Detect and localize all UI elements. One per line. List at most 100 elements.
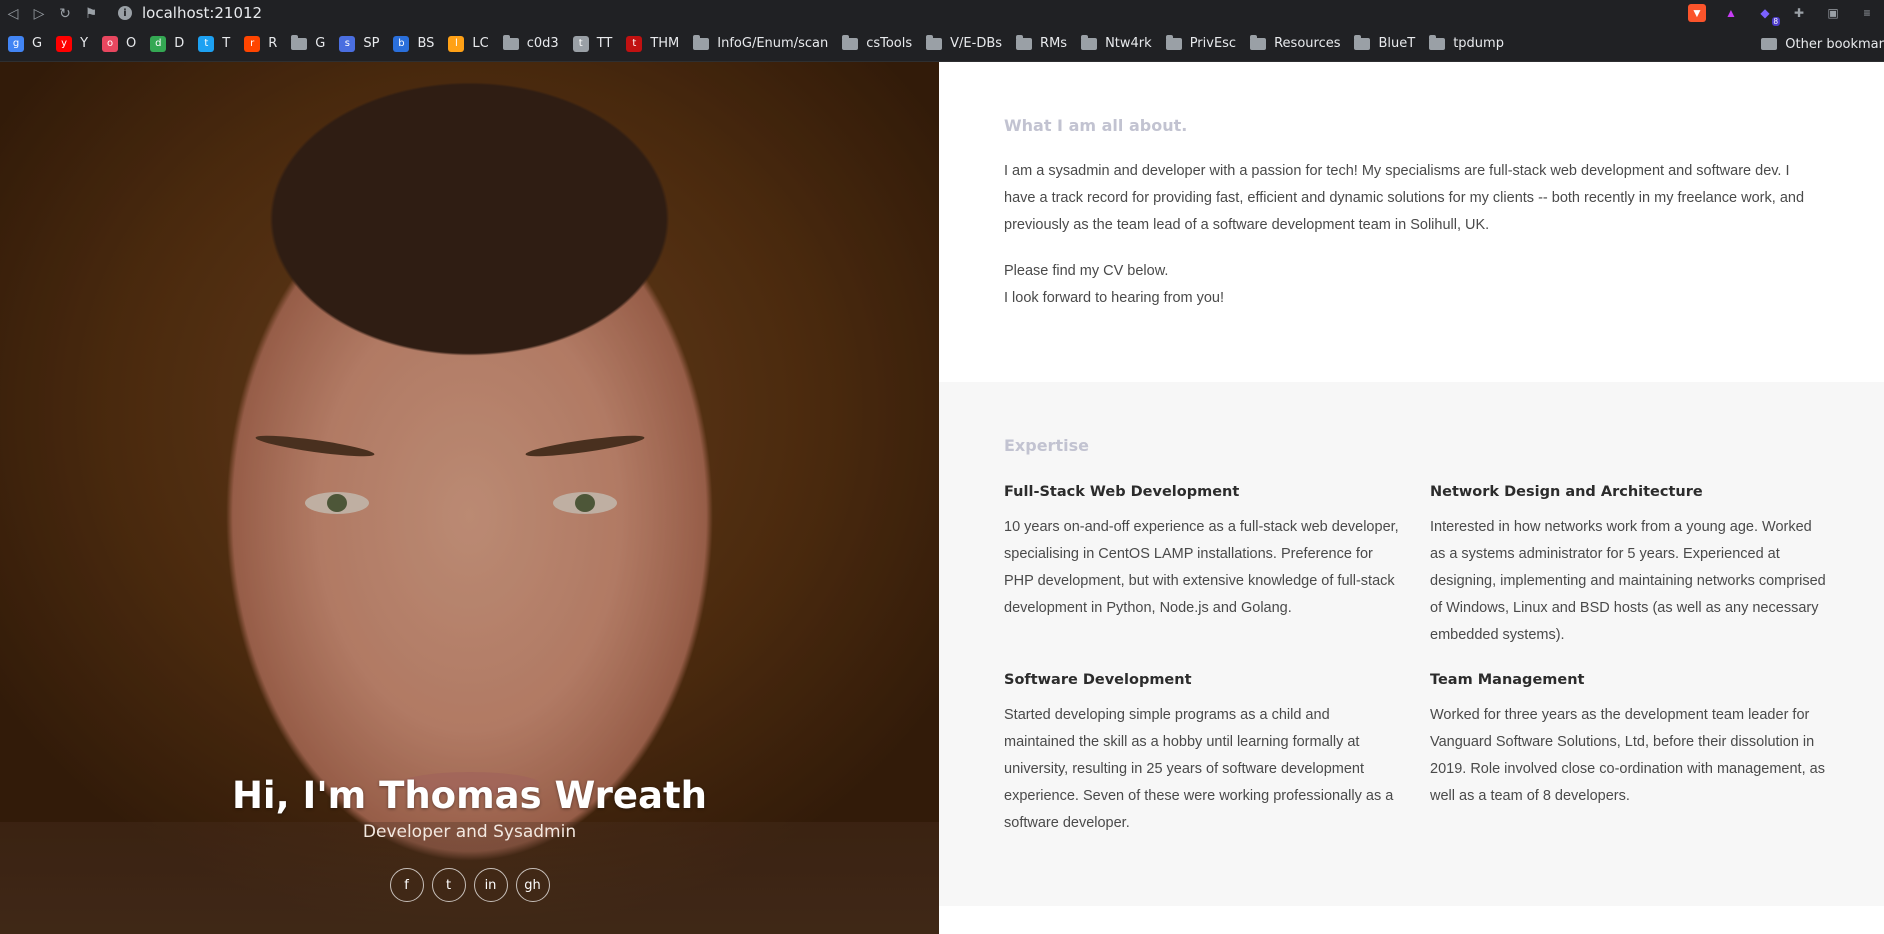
closing-note: I look forward to hearing from you! — [1004, 290, 1225, 306]
bookmark-icon[interactable]: ⚑ — [78, 0, 104, 26]
bookmark-item[interactable]: rR — [244, 35, 278, 52]
bookmark-label: R — [268, 36, 278, 51]
url-text[interactable]: localhost:21012 — [142, 4, 262, 22]
expertise-item-body: Worked for three years as the developmen… — [1430, 707, 1825, 804]
folder-icon — [1016, 34, 1033, 50]
bookmark-label: tpdump — [1453, 36, 1504, 51]
extensions-area: ▼ ▲ ◆ 8 ✚ ▣ ≡ — [1680, 0, 1884, 26]
forward-icon[interactable]: ▷ — [26, 0, 52, 26]
reddit-icon: r — [244, 35, 261, 52]
bookmark-label: c0d3 — [526, 36, 559, 51]
github-icon[interactable]: gh — [515, 868, 550, 902]
thm-icon: t — [626, 35, 643, 52]
bookmark-label: O — [126, 36, 137, 51]
about-section: What I am all about. I am a sysadmin and… — [939, 62, 1884, 382]
bookmark-item[interactable]: Ntw4rk — [1081, 34, 1152, 51]
bookmark-label: Y — [80, 36, 89, 51]
folder-icon — [291, 34, 308, 50]
bookmark-label: V/E-DBs — [950, 36, 1003, 51]
bookmark-label: SP — [363, 36, 380, 51]
wallet-icon[interactable]: ▣ — [1824, 4, 1842, 22]
search-icon: s — [339, 35, 356, 52]
folder-icon — [842, 34, 859, 50]
expertise-item-body: Interested in how networks work from a y… — [1430, 519, 1826, 643]
brave-rewards-icon[interactable]: ▲ — [1722, 4, 1740, 22]
bookmark-label: Resources — [1274, 36, 1341, 51]
bookmark-item[interactable]: Resources — [1250, 34, 1341, 51]
extensions-puzzle-icon[interactable]: ✚ — [1790, 4, 1808, 22]
expertise-item-title: Team Management — [1430, 672, 1585, 688]
twitter-icon: t — [198, 35, 215, 52]
folder-icon — [1761, 38, 1778, 50]
bookmark-label: G — [32, 36, 43, 51]
linkedin-icon[interactable]: in — [473, 868, 508, 902]
bookmark-item[interactable]: csTools — [842, 34, 912, 51]
twitter-icon[interactable]: t — [431, 868, 466, 902]
folder-icon — [693, 34, 710, 50]
extension-badge-icon[interactable]: ◆ 8 — [1756, 4, 1780, 26]
bookmark-item[interactable]: PrivEsc — [1165, 34, 1237, 51]
bookmark-item[interactable]: t TT — [572, 35, 613, 52]
bookmark-label: RMs — [1040, 36, 1068, 51]
folder-icon — [502, 34, 519, 50]
bookmark-item[interactable]: tT — [198, 35, 231, 52]
back-icon[interactable]: ◁ — [0, 0, 26, 26]
bookmark-label: LC — [472, 36, 489, 51]
address-bar[interactable]: i localhost:21012 — [118, 4, 262, 22]
bookmark-label: BS — [417, 36, 435, 51]
bookmark-item[interactable]: t THM — [626, 35, 680, 52]
bookmark-item[interactable]: b BS — [393, 35, 435, 52]
google-icon: g — [8, 35, 24, 52]
folder-icon — [1081, 34, 1098, 50]
menu-icon[interactable]: ≡ — [1858, 4, 1876, 22]
bookmark-item[interactable]: oO — [102, 35, 137, 52]
bookmark-item[interactable]: c0d3 — [502, 34, 559, 51]
bookmark-label: D — [174, 36, 185, 51]
bookmark-item[interactable]: V/E-DBs — [926, 34, 1003, 51]
bookmark-label: InfoG/Enum/scan — [717, 36, 829, 51]
reload-icon[interactable]: ↻ — [52, 0, 78, 26]
expertise-item-body: 10 years on-and-off experience as a full… — [1004, 519, 1399, 616]
bookmark-item[interactable]: G — [291, 34, 326, 51]
extension-badge-count: 8 — [1771, 17, 1780, 26]
expertise-section: Expertise Full-Stack Web Development 10 … — [939, 382, 1884, 906]
folder-icon — [1165, 34, 1182, 50]
globe-icon: t — [572, 35, 589, 52]
bookmarks-bar: g Gy Yo Od Dt Tr R Gs SP b BS l LC c0d3 t TT t THM InfoG/E… — [0, 26, 1884, 62]
bookmark-label: G — [315, 36, 326, 51]
bookmark-label: Ntw4rk — [1105, 36, 1152, 51]
expertise-item-title: Software Development — [1004, 672, 1192, 688]
folder-icon — [1354, 34, 1371, 50]
bookmark-item[interactable]: InfoG/Enum/scan — [693, 34, 829, 51]
folder-icon — [1250, 34, 1267, 50]
bookmark-label: BlueT — [1378, 36, 1416, 51]
bookmark-item[interactable]: RMs — [1016, 34, 1068, 51]
bookmark-label: THM — [650, 36, 680, 51]
bookmark-item[interactable]: tpdump — [1429, 34, 1504, 51]
bookmark-label: T — [222, 36, 231, 51]
drive-icon: d — [150, 35, 167, 52]
brave-shield-icon[interactable]: ▼ — [1688, 4, 1706, 22]
hero-subtitle: Developer and Sysadmin — [362, 822, 577, 842]
hero-section: Hi, I'm Thomas Wreath Developer and Sysa… — [0, 62, 939, 934]
bookmark-item[interactable]: l LC — [448, 35, 489, 52]
about-paragraph: I am a sysadmin and developer with a pas… — [1004, 163, 1805, 233]
bookmark-item[interactable]: dD — [150, 35, 185, 52]
social-links: f t in gh — [0, 868, 939, 902]
facebook-icon[interactable]: f — [389, 868, 424, 902]
bookmark-item[interactable]: s SP — [339, 35, 380, 52]
bookmark-label: PrivEsc — [1189, 36, 1237, 51]
bookmark-item[interactable]: BlueT — [1354, 34, 1416, 51]
bs-icon: b — [393, 35, 410, 52]
cv-note: Please find my CV below. — [1004, 263, 1169, 279]
site-info-icon[interactable]: i — [118, 6, 132, 20]
hero-title: Hi, I'm Thomas Wreath — [231, 774, 708, 817]
expertise-item-title: Full-Stack Web Development — [1004, 484, 1240, 500]
bookmark-item[interactable]: gG — [8, 35, 43, 52]
bookmark-item[interactable]: yY — [56, 35, 89, 52]
bookmark-label: TT — [596, 36, 613, 51]
lc-icon: l — [448, 35, 465, 52]
browser-toolbar: ◁ ▷ ↻ ⚑ i localhost:21012 ▼ ▲ ◆ 8 ✚ ▣ ≡ — [0, 0, 1884, 26]
other-bookmarks[interactable]: Other bookmar — [1761, 26, 1884, 62]
flower-icon: o — [102, 35, 119, 52]
